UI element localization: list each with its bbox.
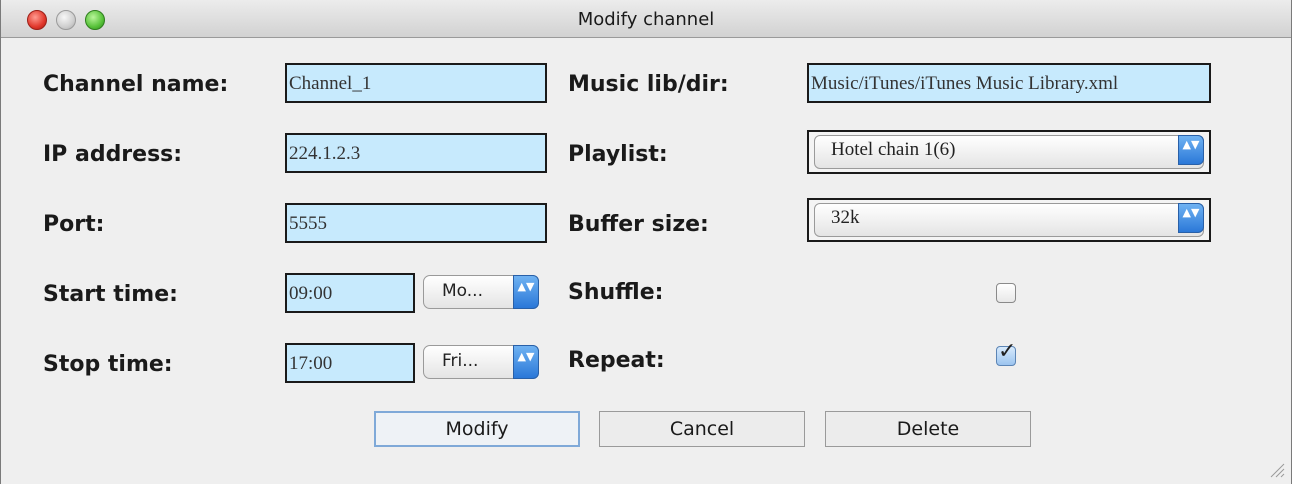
- buffer-size-select-control[interactable]: 32k ▲▼: [814, 203, 1204, 237]
- shuffle-checkbox[interactable]: [996, 283, 1016, 303]
- start-day-select[interactable]: Mo... ▲▼: [423, 275, 539, 309]
- delete-button[interactable]: Delete: [825, 411, 1031, 447]
- select-arrows-icon: ▲▼: [1178, 135, 1204, 165]
- modify-channel-window: Modify channel Channel name: Channel_1 I…: [0, 0, 1292, 484]
- buffer-size-value: 32k: [831, 207, 860, 228]
- port-label: Port:: [43, 212, 105, 237]
- title-bar[interactable]: Modify channel: [1, 0, 1291, 38]
- repeat-checkbox[interactable]: ✓: [996, 339, 1016, 366]
- channel-name-label: Channel name:: [43, 72, 229, 97]
- playlist-value: Hotel chain 1(6): [831, 139, 956, 160]
- shuffle-label: Shuffle:: [568, 280, 664, 305]
- ip-address-label: IP address:: [43, 142, 183, 167]
- resize-grip-icon[interactable]: [1267, 460, 1285, 478]
- select-arrows-icon: ▲▼: [1178, 203, 1204, 233]
- cancel-button[interactable]: Cancel: [599, 411, 805, 447]
- buffer-size-select[interactable]: 32k ▲▼: [807, 198, 1211, 242]
- select-arrows-icon: ▲▼: [513, 275, 539, 309]
- checkmark-icon: ✓: [998, 339, 1017, 364]
- playlist-label: Playlist:: [568, 142, 668, 167]
- window-title: Modify channel: [577, 9, 715, 30]
- playlist-select[interactable]: Hotel chain 1(6) ▲▼: [807, 130, 1211, 174]
- repeat-label: Repeat:: [568, 348, 665, 373]
- modify-button[interactable]: Modify: [374, 411, 580, 447]
- stop-day-value: Fri...: [442, 351, 479, 371]
- start-day-value: Mo...: [442, 281, 483, 301]
- ip-address-input[interactable]: 224.1.2.3: [285, 133, 547, 173]
- start-time-label: Start time:: [43, 282, 178, 307]
- start-time-input[interactable]: 09:00: [285, 273, 415, 313]
- stop-time-input[interactable]: 17:00: [285, 343, 415, 383]
- channel-name-input[interactable]: Channel_1: [285, 63, 547, 103]
- music-lib-input[interactable]: Music/iTunes/iTunes Music Library.xml: [807, 63, 1211, 103]
- stop-day-select[interactable]: Fri... ▲▼: [423, 345, 539, 379]
- playlist-select-control[interactable]: Hotel chain 1(6) ▲▼: [814, 135, 1204, 169]
- buffer-size-label: Buffer size:: [568, 212, 709, 237]
- port-input[interactable]: 5555: [285, 203, 547, 243]
- music-lib-label: Music lib/dir:: [568, 72, 729, 97]
- stop-time-label: Stop time:: [43, 352, 173, 377]
- select-arrows-icon: ▲▼: [513, 345, 539, 379]
